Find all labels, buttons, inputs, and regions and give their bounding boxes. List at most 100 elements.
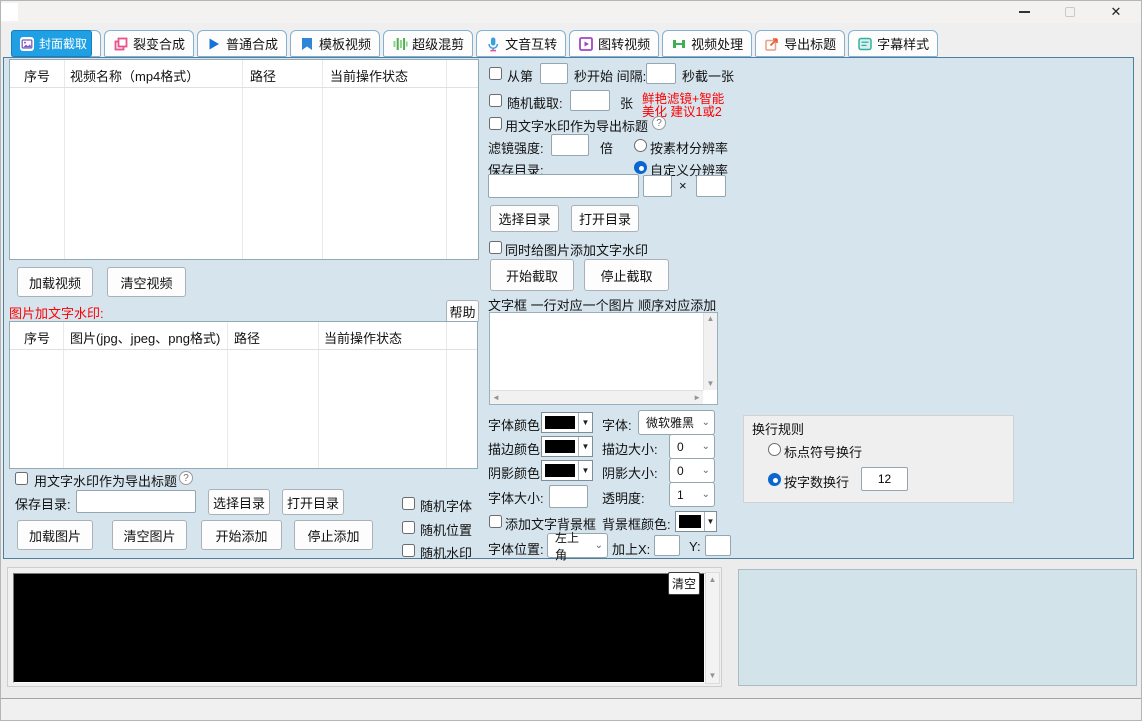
- use-watermark-title-checkbox-2[interactable]: [489, 117, 502, 130]
- log-scrollbar[interactable]: ▲ ▼: [705, 572, 720, 684]
- column-header[interactable]: 序号: [24, 328, 50, 347]
- watermark-text-area[interactable]: ▲ ▼ ◄ ►: [489, 312, 718, 405]
- filter-strength-input[interactable]: [551, 134, 589, 156]
- dropdown-arrow-icon[interactable]: ▼: [704, 512, 716, 531]
- load-video-button[interactable]: 加载视频: [17, 267, 93, 297]
- start-add-button[interactable]: 开始添加: [201, 520, 282, 550]
- scroll-right-icon[interactable]: ►: [693, 393, 701, 402]
- capture-choose-dir-button[interactable]: 选择目录: [490, 205, 559, 232]
- tab-super-mix[interactable]: 超级混剪: [383, 30, 474, 57]
- random-capture-checkbox[interactable]: [489, 94, 502, 107]
- dropdown-arrow-icon[interactable]: ▼: [578, 413, 592, 432]
- capture-open-dir-button[interactable]: 打开目录: [571, 205, 639, 232]
- stop-capture-button[interactable]: 停止截取: [584, 259, 669, 291]
- offset-x-input[interactable]: [654, 535, 680, 556]
- help-circle-icon[interactable]: ?: [652, 116, 666, 130]
- use-watermark-title-checkbox[interactable]: [15, 472, 28, 485]
- tab-export-title[interactable]: 导出标题: [755, 30, 846, 57]
- start-capture-button[interactable]: 开始截取: [490, 259, 574, 291]
- also-watermark-checkbox[interactable]: [489, 241, 502, 254]
- dropdown-arrow-icon[interactable]: ▼: [578, 437, 592, 456]
- tab-fission-merge[interactable]: 裂变合成: [104, 30, 195, 57]
- choose-dir-button[interactable]: 选择目录: [208, 489, 270, 515]
- open-dir-button[interactable]: 打开目录: [282, 489, 344, 515]
- tab-cover-capture[interactable]: 封面截取: [11, 30, 93, 57]
- dropdown-arrow-icon[interactable]: ▼: [578, 461, 592, 480]
- log-clear-button[interactable]: 清空: [668, 572, 700, 595]
- opacity-select[interactable]: 1 ⌄: [669, 482, 715, 507]
- font-size-input[interactable]: [549, 485, 588, 508]
- offset-y-input[interactable]: [705, 535, 731, 556]
- save-dir-input[interactable]: [76, 490, 196, 513]
- wrap-rules-title: 换行规则: [752, 422, 805, 437]
- tab-template-video[interactable]: 模板视频: [290, 30, 381, 57]
- tab-subtitle-style[interactable]: 字幕样式: [848, 30, 939, 57]
- column-header[interactable]: 当前操作状态: [330, 66, 408, 85]
- horizontal-scrollbar[interactable]: ◄ ►: [490, 390, 703, 404]
- font-position-label: 字体位置:: [488, 542, 544, 557]
- log-frame: 清空 ▲ ▼: [7, 567, 722, 687]
- log-console[interactable]: [13, 573, 705, 683]
- font-select[interactable]: 微软雅黑 ⌄: [638, 410, 715, 435]
- shadow-size-value: 0: [677, 463, 684, 478]
- scroll-up-icon[interactable]: ▲: [707, 315, 715, 323]
- close-button[interactable]: ✕: [1093, 1, 1139, 23]
- video-table[interactable]: 序号 视频名称（mp4格式） 路径 当前操作状态: [9, 59, 479, 260]
- char-count-wrap-radio[interactable]: [768, 473, 781, 486]
- subtitle-list-icon: [858, 37, 872, 50]
- stroke-color-picker[interactable]: ▼: [541, 436, 593, 457]
- shadow-color-picker[interactable]: ▼: [541, 460, 593, 481]
- capture-save-dir-input[interactable]: [488, 174, 639, 198]
- material-resolution-label: 按素材分辨率: [650, 141, 729, 156]
- width-input[interactable]: [643, 175, 672, 197]
- bottom-info-panel[interactable]: [738, 569, 1137, 686]
- column-header[interactable]: 序号: [24, 66, 50, 85]
- maximize-button[interactable]: [1047, 1, 1093, 23]
- clear-image-button[interactable]: 清空图片: [112, 520, 187, 550]
- bg-color-picker[interactable]: ▼: [675, 511, 717, 532]
- from-second-checkbox[interactable]: [489, 67, 502, 80]
- font-color-picker[interactable]: ▼: [541, 412, 593, 433]
- tab-normal-merge[interactable]: 普通合成: [197, 30, 288, 57]
- load-image-button[interactable]: 加载图片: [17, 520, 93, 550]
- cover-image-icon: [20, 36, 34, 51]
- vertical-scrollbar[interactable]: ▲ ▼: [703, 313, 717, 390]
- column-header[interactable]: 当前操作状态: [324, 328, 402, 347]
- filter-unit-label: 倍: [600, 141, 614, 156]
- help-circle-icon[interactable]: ?: [179, 471, 193, 485]
- help-button[interactable]: 帮助: [446, 300, 479, 323]
- clear-video-button[interactable]: 清空视频: [107, 267, 186, 297]
- save-dir-label: 保存目录:: [15, 497, 71, 512]
- column-header[interactable]: 图片(jpg、jpeg、png格式): [70, 328, 220, 347]
- text-bg-box-checkbox[interactable]: [489, 515, 502, 528]
- scroll-left-icon[interactable]: ◄: [492, 393, 500, 402]
- column-header[interactable]: 路径: [234, 328, 260, 347]
- random-watermark-checkbox[interactable]: [402, 544, 415, 557]
- from-second-input[interactable]: [540, 63, 568, 84]
- char-count-input[interactable]: [861, 467, 908, 491]
- scroll-down-icon[interactable]: ▼: [707, 380, 715, 388]
- material-resolution-radio[interactable]: [634, 139, 647, 152]
- minimize-button[interactable]: [1001, 1, 1047, 23]
- tab-text-audio[interactable]: 文音互转: [476, 30, 567, 57]
- height-input[interactable]: [696, 175, 726, 197]
- interval-input[interactable]: [646, 63, 676, 84]
- scroll-down-icon[interactable]: ▼: [709, 672, 717, 680]
- image-table[interactable]: 序号 图片(jpg、jpeg、png格式) 路径 当前操作状态: [9, 321, 478, 469]
- column-header[interactable]: 视频名称（mp4格式）: [70, 66, 199, 85]
- scroll-up-icon[interactable]: ▲: [709, 576, 717, 584]
- font-position-select[interactable]: 左上角 ⌄: [547, 531, 608, 562]
- random-position-checkbox[interactable]: [402, 521, 415, 534]
- shadow-size-select[interactable]: 0 ⌄: [669, 458, 715, 483]
- tab-video-process[interactable]: 视频处理: [662, 30, 753, 57]
- random-font-checkbox[interactable]: [402, 497, 415, 510]
- stop-add-button[interactable]: 停止添加: [294, 520, 373, 550]
- column-header[interactable]: 路径: [250, 66, 276, 85]
- punctuation-wrap-radio[interactable]: [768, 443, 781, 456]
- per-shot-label: 秒截一张: [682, 69, 735, 84]
- stroke-size-select[interactable]: 0 ⌄: [669, 434, 715, 459]
- custom-resolution-radio[interactable]: [634, 161, 647, 174]
- offset-y-label: Y:: [689, 539, 701, 554]
- random-capture-input[interactable]: [570, 90, 610, 111]
- tab-image-to-video[interactable]: 图转视频: [569, 30, 660, 57]
